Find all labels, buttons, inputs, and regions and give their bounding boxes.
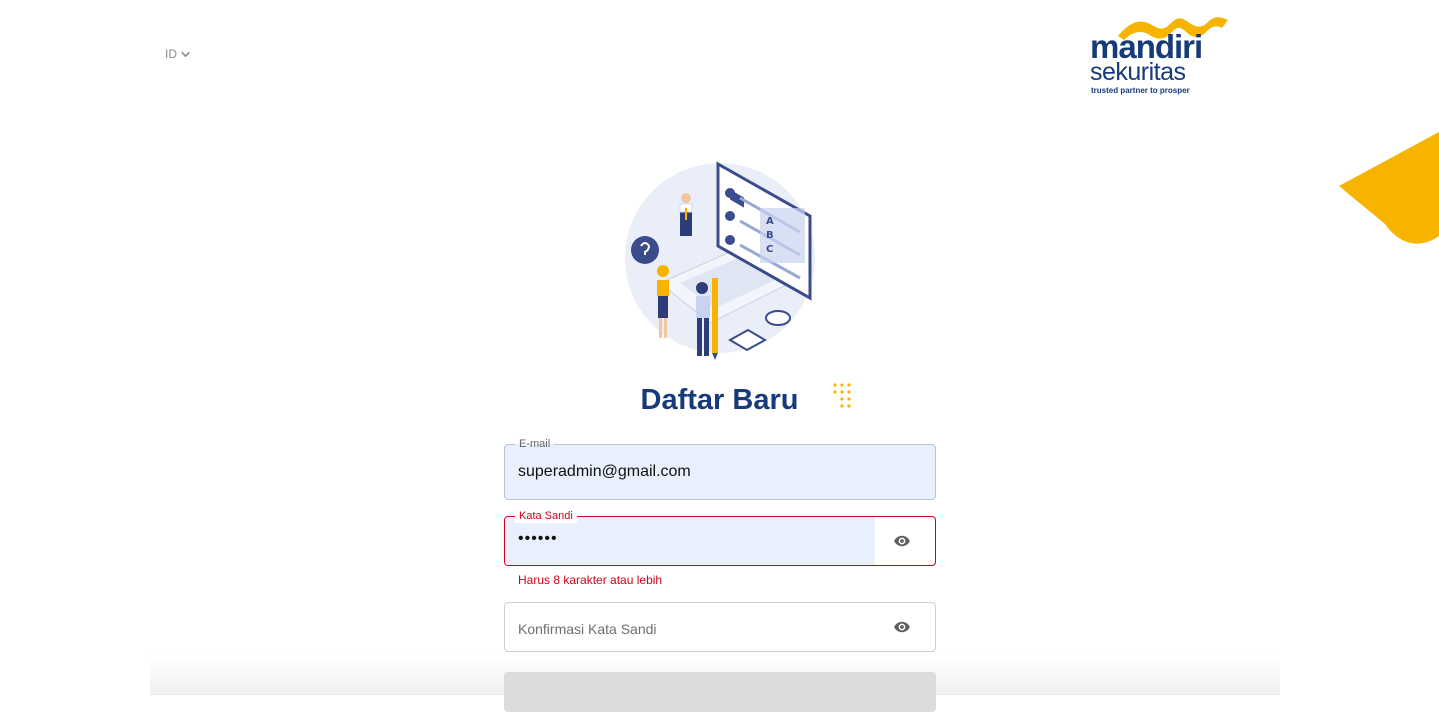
language-label: ID (165, 47, 177, 61)
password-autofill-bg (505, 517, 875, 565)
logo-word-sekuritas: sekuritas (1090, 58, 1186, 86)
confirm-password-field[interactable]: Konfirmasi Kata Sandi (504, 602, 936, 652)
show-confirm-password-eye-icon[interactable] (893, 618, 911, 636)
logo-tagline: trusted partner to prosper (1091, 86, 1190, 95)
illustration-letter-b: B (766, 230, 774, 241)
password-label: Kata Sandi (515, 509, 577, 523)
decorative-yellow-shape (1339, 132, 1439, 244)
email-field[interactable]: E-mail superadmin@gmail.com (504, 437, 936, 500)
email-label: E-mail (515, 437, 555, 451)
chevron-down-icon (181, 51, 190, 57)
mandiri-sekuritas-logo: mandiri sekuritas trusted partner to pro… (1088, 14, 1233, 100)
page-title: Daftar Baru (640, 384, 799, 416)
password-field[interactable]: Kata Sandi •••••• (504, 509, 936, 566)
password-value: •••••• (518, 530, 558, 547)
illustration-letter-a: A (766, 216, 774, 227)
illustration-letter-c: C (766, 244, 773, 255)
register-submit-button[interactable] (504, 672, 936, 712)
password-error-message: Harus 8 karakter atau lebih (518, 573, 663, 587)
language-selector[interactable]: ID (165, 47, 192, 61)
decorative-dots (833, 383, 851, 408)
registration-illustration: A B C (625, 161, 815, 360)
email-value: superadmin@gmail.com (518, 463, 691, 480)
show-password-eye-icon[interactable] (893, 532, 911, 550)
confirm-password-placeholder: Konfirmasi Kata Sandi (518, 621, 657, 637)
